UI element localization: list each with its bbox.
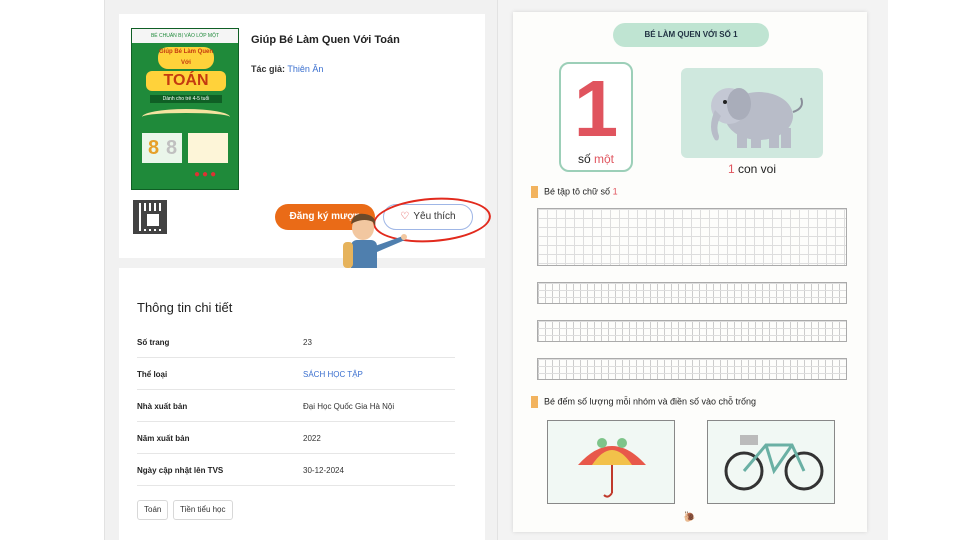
tag-math[interactable]: Toán (137, 500, 169, 520)
qr-code (133, 200, 167, 234)
author-line: Tác giả: Thiên Ân (251, 64, 323, 74)
screen: BÉ CHUẨN BỊ VÀO LỚP MỘT Giúp Bé Làm Quen… (0, 0, 960, 540)
cover-dots: ●●● (194, 169, 219, 180)
detail-value: 2022 (303, 434, 321, 443)
snail-decoration: 🐌 (683, 512, 696, 523)
detail-key: Thể loại (137, 370, 168, 379)
page-heading: BÉ LÀM QUEN VỚI SỐ 1 (613, 23, 769, 47)
instruction-count-text: Bé đếm số lượng mỗi nhóm và điền số vào … (544, 396, 757, 407)
cover-tile (188, 133, 228, 163)
detail-row-pages: Số trang 23 (137, 326, 455, 358)
detail-row-publisher: Nhà xuất bản Đại Học Quốc Gia Hà Nội (137, 390, 455, 422)
cover-decoration (142, 109, 230, 125)
tracing-grid-row (537, 358, 847, 380)
number-caption: số một (561, 152, 631, 166)
cover-band: BÉ CHUẨN BỊ VÀO LỚP MỘT (132, 29, 238, 43)
cover-digit-8: 8 (148, 137, 160, 159)
elephant-word: con voi (738, 162, 777, 176)
detail-row-year: Năm xuất bản 2022 (137, 422, 455, 454)
genre-link[interactable]: SÁCH HỌC TẬP (303, 370, 363, 379)
book-card: BÉ CHUẨN BỊ VÀO LỚP MỘT Giúp Bé Làm Quen… (119, 14, 493, 310)
umbrella-picture (547, 420, 675, 504)
number-caption-value: một (594, 152, 615, 166)
book-info-panel: BÉ CHUẨN BỊ VÀO LỚP MỘT Giúp Bé Làm Quen… (104, 0, 498, 540)
instruction-count: Bé đếm số lượng mỗi nhóm và điền số vào … (531, 396, 756, 408)
detail-card: Thông tin chi tiết Số trang 23 Thể loại … (119, 268, 485, 540)
cover-title-main: TOÁN (146, 71, 226, 91)
cover-digit-8-outline: 8 (166, 137, 178, 159)
elephant-count: 1 (727, 162, 735, 176)
instruction-trace-text: Bé tập tô chữ số (544, 186, 611, 197)
cover-subtitle: Dành cho trẻ 4-5 tuổi (150, 95, 222, 103)
detail-value: Đại Học Quốc Gia Hà Nội (303, 402, 395, 411)
book-page-preview[interactable]: BÉ LÀM QUEN VỚI SỐ 1 1 số một 1 con voi … (513, 12, 867, 532)
detail-heading: Thông tin chi tiết (137, 300, 233, 315)
pencil-icon (531, 396, 538, 408)
pencil-icon (531, 186, 538, 198)
bicycle-icon (724, 435, 824, 491)
tag-preschool[interactable]: Tiền tiểu học (173, 500, 233, 520)
umbrella-icon (578, 438, 646, 498)
detail-row-updated: Ngày cập nhật lên TVS 30-12-2024 (137, 454, 455, 486)
tracing-grid-main (537, 208, 847, 266)
detail-row-genre: Thể loại SÁCH HỌC TẬP (137, 358, 455, 390)
elephant-picture (681, 68, 823, 158)
instruction-trace: Bé tập tô chữ số 1 (531, 186, 618, 198)
bicycle-picture (707, 420, 835, 504)
number-card: 1 số một (559, 62, 633, 172)
elephant-icon (711, 88, 803, 148)
author-link[interactable]: Thiên Ân (287, 64, 323, 74)
number-caption-word: số (577, 152, 591, 166)
author-label: Tác giả: (251, 64, 286, 74)
detail-key: Ngày cập nhật lên TVS (137, 466, 224, 475)
detail-value: 30-12-2024 (303, 466, 344, 475)
detail-key: Năm xuất bản (137, 434, 190, 443)
detail-key: Số trang (137, 338, 170, 347)
elephant-caption: 1 con voi (681, 162, 823, 176)
big-number: 1 (573, 64, 619, 153)
detail-value: 23 (303, 338, 312, 347)
instruction-trace-number: 1 (612, 186, 618, 197)
detail-key: Nhà xuất bản (137, 402, 188, 411)
tracing-grid-row (537, 320, 847, 342)
book-title: Giúp Bé Làm Quen Với Toán (251, 34, 400, 46)
book-cover[interactable]: BÉ CHUẨN BỊ VÀO LỚP MỘT Giúp Bé Làm Quen… (131, 28, 239, 190)
tracing-grid-row (537, 282, 847, 304)
cover-title-top: Giúp Bé Làm Quen Với (158, 47, 214, 69)
